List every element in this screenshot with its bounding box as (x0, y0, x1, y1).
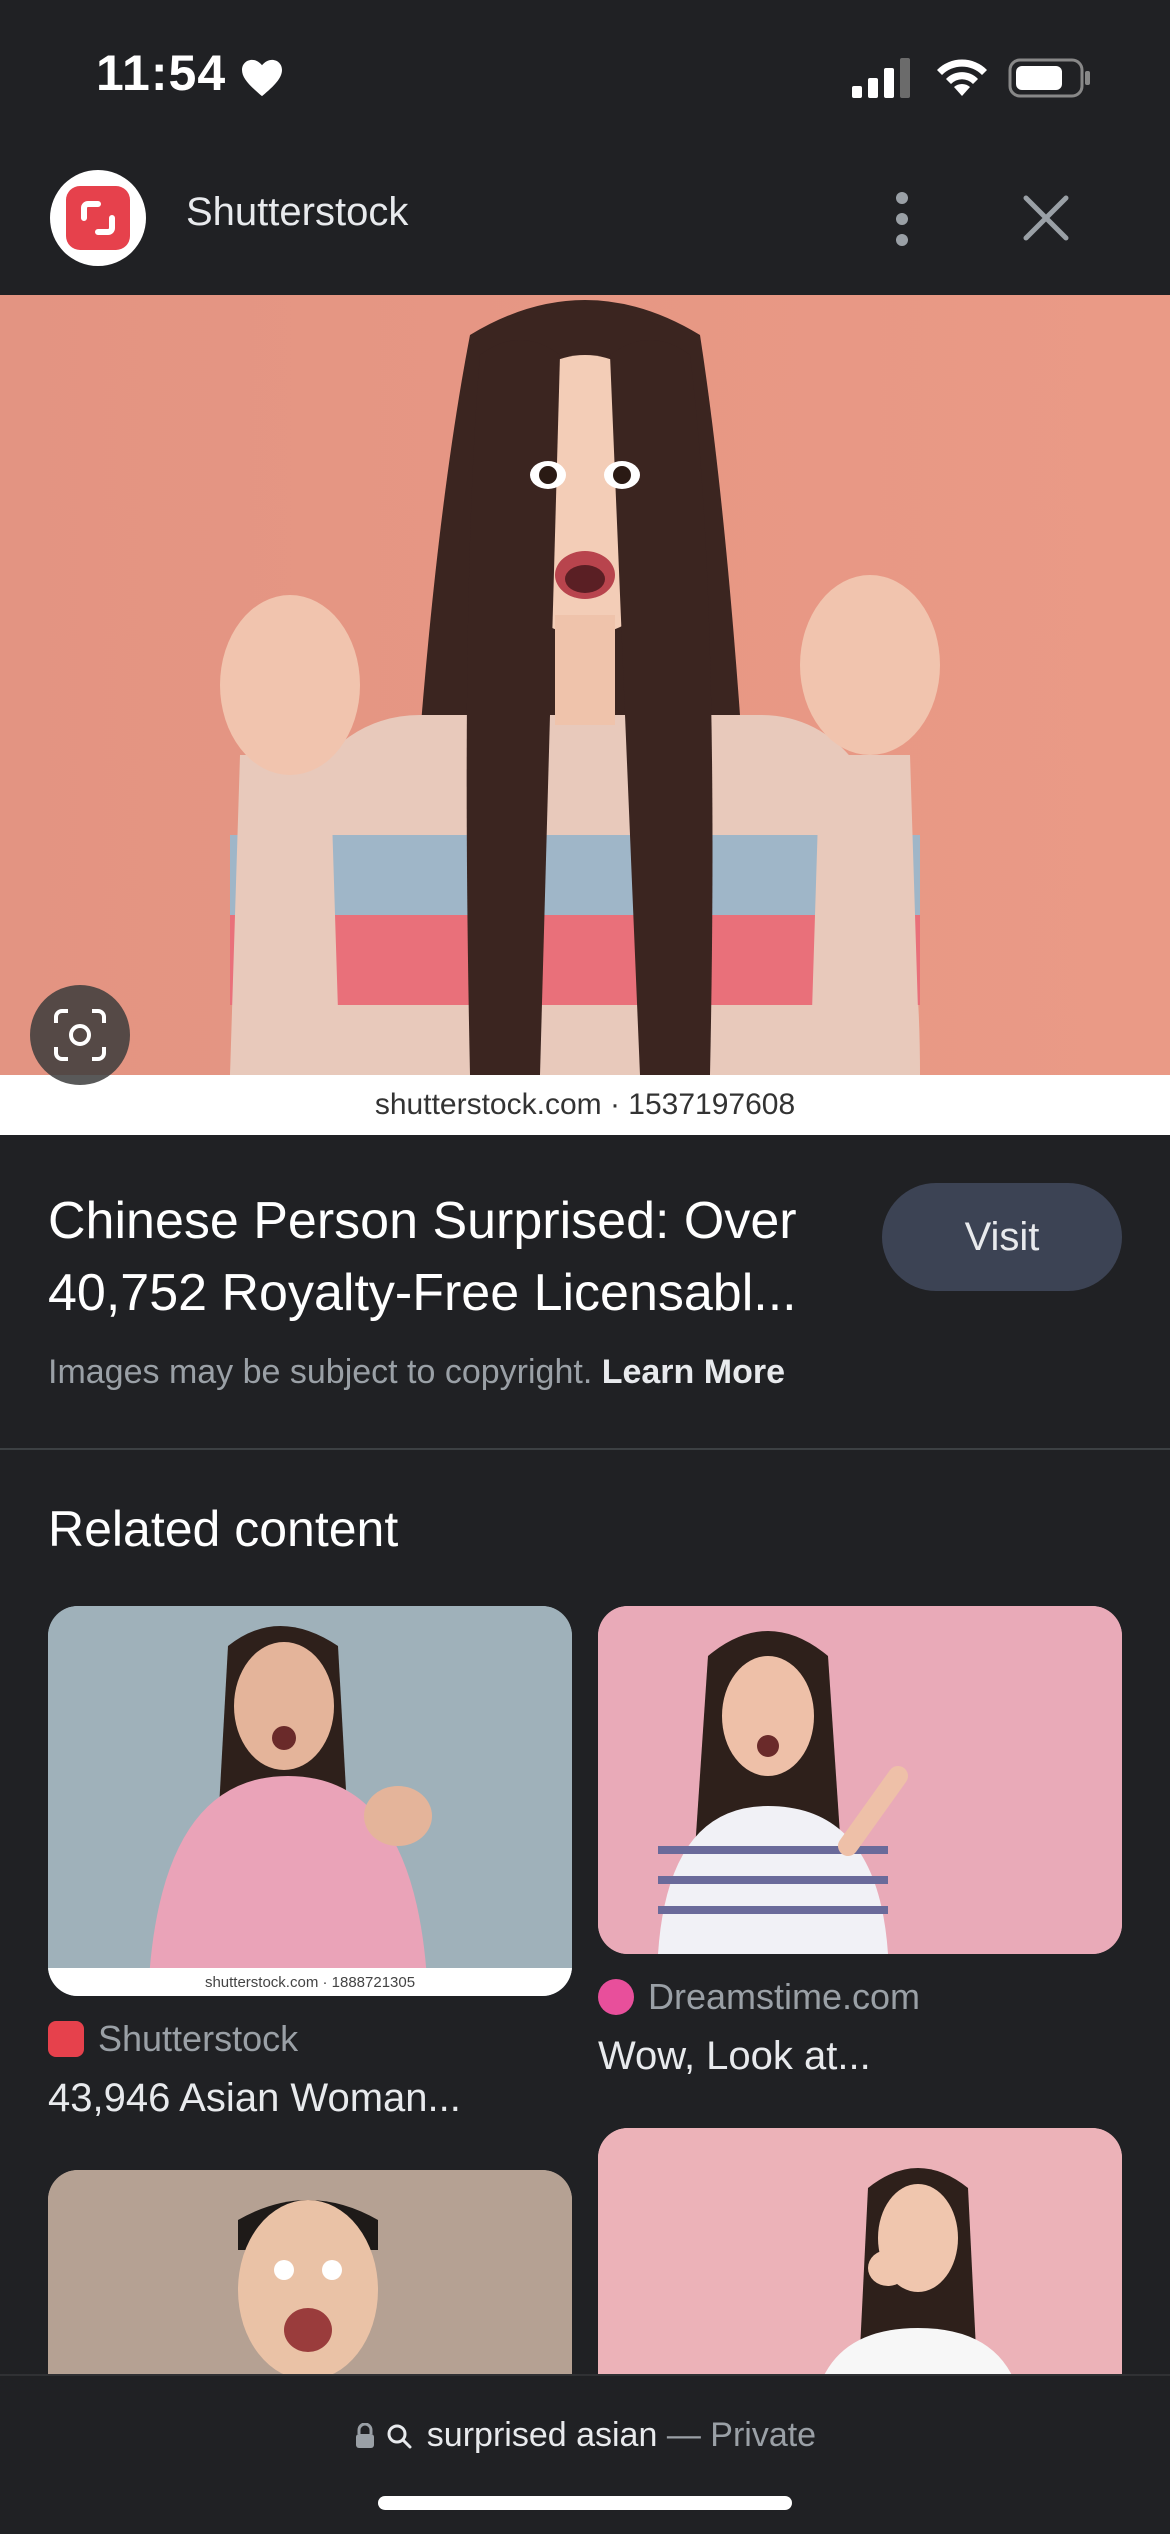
search-icon (387, 2424, 412, 2449)
related-card-3-image[interactable] (48, 2170, 572, 2390)
browser-bottom-bar: surprised asian — Private (0, 2374, 1170, 2534)
woman-pointing-photo (48, 1606, 572, 1996)
related-card-2-source-name: Dreamstime.com (648, 1976, 921, 2017)
shutterstock-favicon-icon (48, 2021, 84, 2057)
copyright-notice: Images may be subject to copyright. Lear… (48, 1353, 785, 1392)
main-preview-image[interactable]: shutterstock.com · 1537197608 (0, 295, 1170, 1135)
lock-icon (355, 2422, 374, 2448)
related-card-4-image[interactable] (598, 2128, 1122, 2390)
status-bar: 11:54 (0, 0, 1170, 150)
surprised-woman-photo (0, 295, 1170, 1075)
section-divider (0, 1448, 1170, 1450)
battery-icon (1008, 58, 1090, 98)
related-card-1-watermark: shutterstock.com · 1888721305 (48, 1968, 572, 1996)
related-card-1-source[interactable]: Shutterstock (48, 2018, 298, 2060)
surprised-man-photo (48, 2170, 572, 2390)
related-card-2-caption[interactable]: Wow, Look at... (598, 2034, 871, 2079)
related-card-1-caption[interactable]: 43,946 Asian Woman... (48, 2076, 461, 2121)
google-lens-button[interactable] (30, 985, 130, 1085)
cellular-signal-icon (852, 58, 910, 98)
more-options-icon[interactable] (872, 184, 932, 254)
image-info: Chinese Person Surprised: Over 40,752 Ro… (0, 1135, 1170, 1450)
private-mode-label: Private (710, 2416, 817, 2454)
viewer-header: Shutterstock (0, 150, 1170, 295)
copyright-text: Images may be subject to copyright. (48, 1353, 593, 1391)
home-indicator[interactable] (378, 2496, 792, 2510)
close-icon[interactable] (1016, 188, 1076, 248)
shutterstock-logo[interactable] (50, 170, 146, 266)
image-title[interactable]: Chinese Person Surprised: Over 40,752 Ro… (48, 1185, 868, 1329)
related-card-1-source-name: Shutterstock (98, 2018, 299, 2059)
lens-icon (54, 1009, 106, 1061)
site-name[interactable]: Shutterstock (186, 190, 408, 235)
related-card-1-image[interactable]: shutterstock.com · 1888721305 (48, 1606, 572, 1996)
woman-whispering-photo (598, 2128, 1122, 2390)
dreamstime-favicon-icon (598, 1979, 634, 2015)
search-query: surprised asian (426, 2416, 658, 2454)
woman-pointing-pink-photo (598, 1606, 1122, 1954)
heart-icon (242, 59, 282, 97)
related-card-2-source[interactable]: Dreamstime.com (598, 1976, 920, 2018)
related-card-2-image[interactable] (598, 1606, 1122, 1954)
related-content-heading: Related content (48, 1501, 399, 1557)
image-watermark: shutterstock.com · 1537197608 (0, 1075, 1170, 1135)
address-bar[interactable]: surprised asian — Private (0, 2416, 1170, 2455)
query-separator: — (666, 2416, 701, 2454)
wifi-icon (937, 59, 987, 96)
learn-more-link[interactable]: Learn More (602, 1353, 785, 1391)
shutterstock-mark-icon (81, 201, 115, 235)
visit-button[interactable]: Visit (882, 1183, 1122, 1291)
status-time: 11:54 (96, 45, 227, 101)
